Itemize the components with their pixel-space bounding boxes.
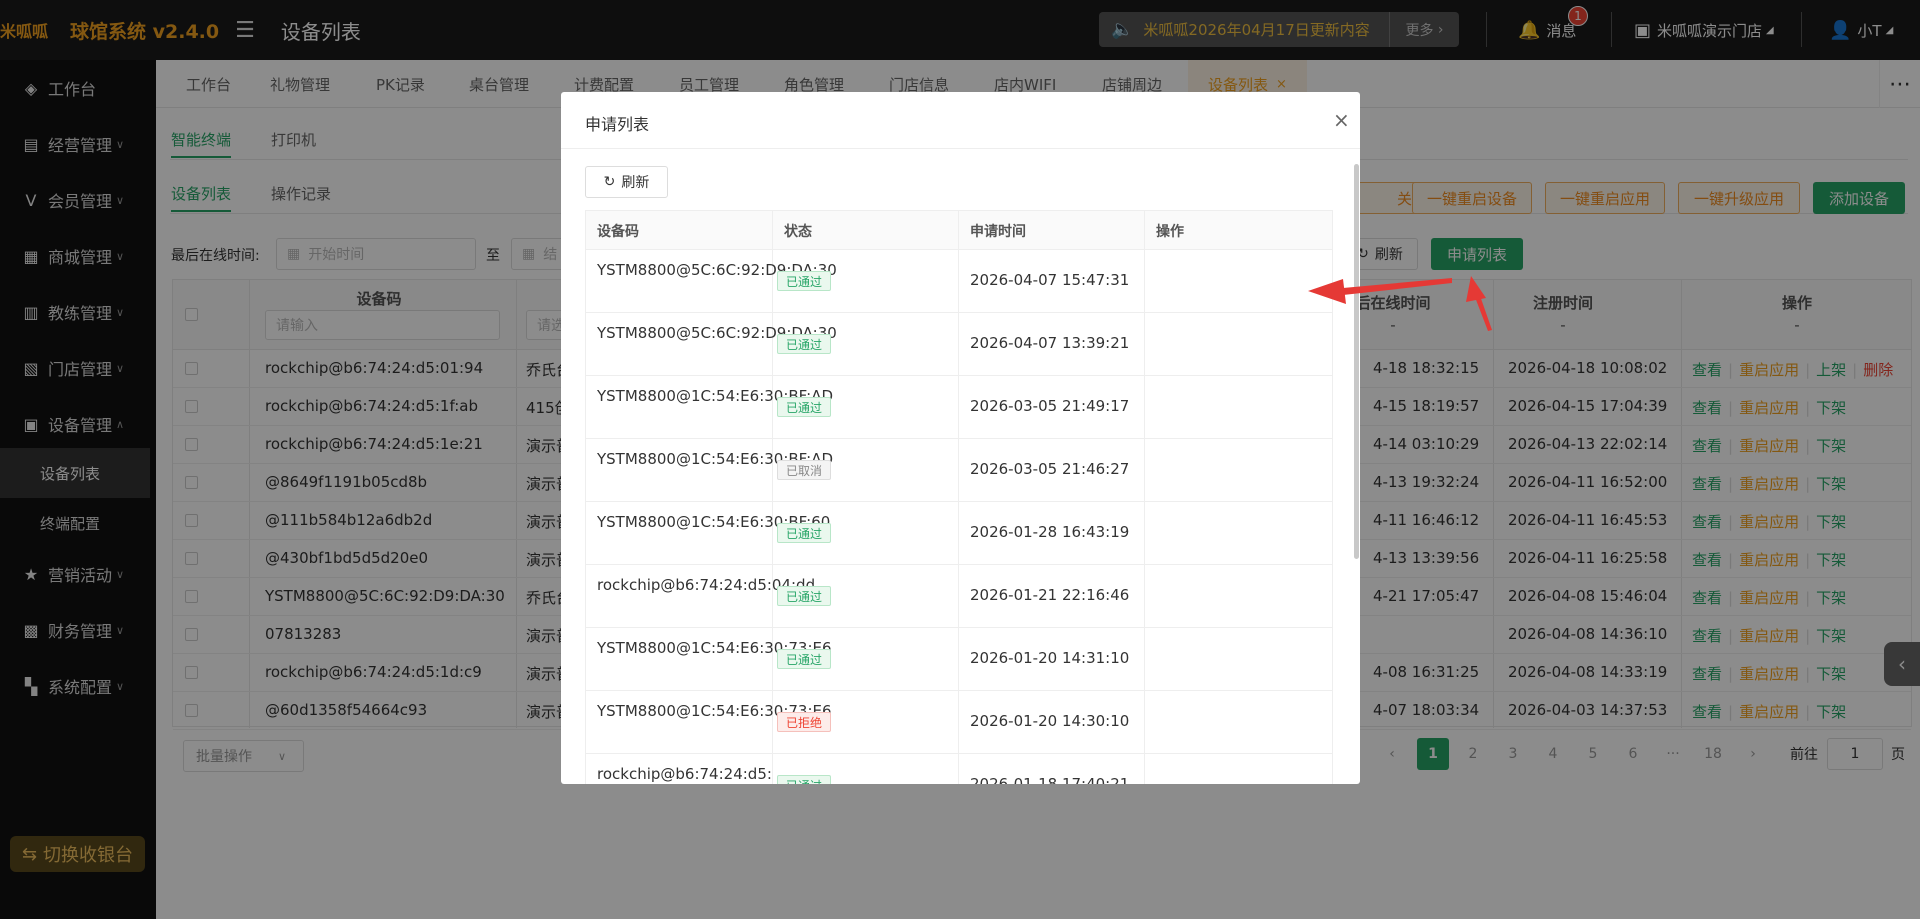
list-item: YSTM8800@1C:54:E6:30:BF:60 已通过 2026-01-28 …	[586, 502, 1332, 565]
apply-time: 2026-03-05 21:49:17	[970, 397, 1130, 415]
list-item: YSTM8800@5C:6C:92:D9:DA:30 已通过 2026-04-07 …	[586, 250, 1332, 313]
refresh-icon: ↻	[603, 174, 616, 190]
close-icon[interactable]: ×	[1333, 108, 1350, 132]
modal-header: 申请列表 ×	[561, 92, 1360, 149]
apply-device-code: YSTM8800@5C:6C:92:D9:DA:30	[597, 324, 837, 342]
apply-device-code: YSTM8800@1C:54:E6:30:BF:AD	[597, 450, 834, 468]
status-badge: 已拒绝	[777, 712, 832, 732]
apply-device-code: rockchip@b6:74:24:d5:	[597, 765, 772, 783]
status-badge: 已通过	[777, 775, 832, 784]
modal-title: 申请列表	[585, 115, 650, 134]
status-badge: 已通过	[777, 271, 832, 291]
button-label: 刷新	[621, 175, 650, 191]
apply-device-code: YSTM8800@5C:6C:92:D9:DA:30	[597, 261, 837, 279]
list-item: rockchip@b6:74:24:d5: 已通过 2026-01-18 17:40…	[586, 754, 1332, 784]
status-badge: 已通过	[777, 334, 832, 354]
modal-header-ops: 操作	[1156, 224, 1184, 240]
apply-device-code: YSTM8800@1C:54:E6:30:73:E6	[597, 702, 832, 720]
list-item: YSTM8800@5C:6C:92:D9:DA:30 已通过 2026-04-07 …	[586, 313, 1332, 376]
list-item: YSTM8800@1C:54:E6:30:73:E6 已通过 2026-01-20 …	[586, 628, 1332, 691]
apply-time: 2026-04-07 13:39:21	[970, 334, 1130, 352]
list-item: YSTM8800@1C:54:E6:30:BF:AD 已取消 2026-03-05 …	[586, 439, 1332, 502]
modal-header-time: 申请时间	[970, 224, 1026, 240]
apply-device-code: YSTM8800@1C:54:E6:30:BF:60	[597, 513, 831, 531]
modal-refresh-button[interactable]: ↻ 刷新	[585, 166, 668, 198]
status-badge: 已取消	[777, 460, 832, 480]
apply-time: 2026-03-05 21:46:27	[970, 460, 1130, 478]
apply-device-code: rockchip@b6:74:24:d5:04:dd	[597, 576, 816, 594]
apply-time: 2026-01-21 22:16:46	[970, 586, 1130, 604]
apply-time: 2026-01-28 16:43:19	[970, 523, 1130, 541]
status-badge: 已通过	[777, 523, 832, 543]
status-badge: 已通过	[777, 586, 832, 606]
modal-header-code: 设备码	[597, 224, 639, 240]
apply-device-code: YSTM8800@1C:54:E6:30:BF:AD	[597, 387, 834, 405]
modal-header-status: 状态	[784, 224, 812, 240]
modal-table-header: 设备码 状态 申请时间 操作	[586, 210, 1332, 250]
modal-scrollbar[interactable]	[1354, 164, 1359, 559]
list-item: YSTM8800@1C:54:E6:30:73:E6 已拒绝 2026-01-20 …	[586, 691, 1332, 754]
apply-list-modal: 申请列表 × ↻ 刷新 设备码 状态 申请时间 操作 YSTM8800@5C:6C…	[561, 92, 1360, 784]
status-badge: 已通过	[777, 649, 832, 669]
apply-device-code: YSTM8800@1C:54:E6:30:73:E6	[597, 639, 832, 657]
apply-list-table: 设备码 状态 申请时间 操作 YSTM8800@5C:6C:92:D9:DA:3…	[585, 210, 1333, 784]
apply-time: 2026-01-20 14:30:10	[970, 712, 1130, 730]
apply-time: 2026-01-20 14:31:10	[970, 649, 1130, 667]
status-badge: 已通过	[777, 397, 832, 417]
apply-time: 2026-04-07 15:47:31	[970, 271, 1130, 289]
list-item: YSTM8800@1C:54:E6:30:BF:AD 已通过 2026-03-05 …	[586, 376, 1332, 439]
list-item: rockchip@b6:74:24:d5:04:dd 已通过 2026-01-21 …	[586, 565, 1332, 628]
apply-time: 2026-01-18 17:40:21	[970, 775, 1130, 784]
